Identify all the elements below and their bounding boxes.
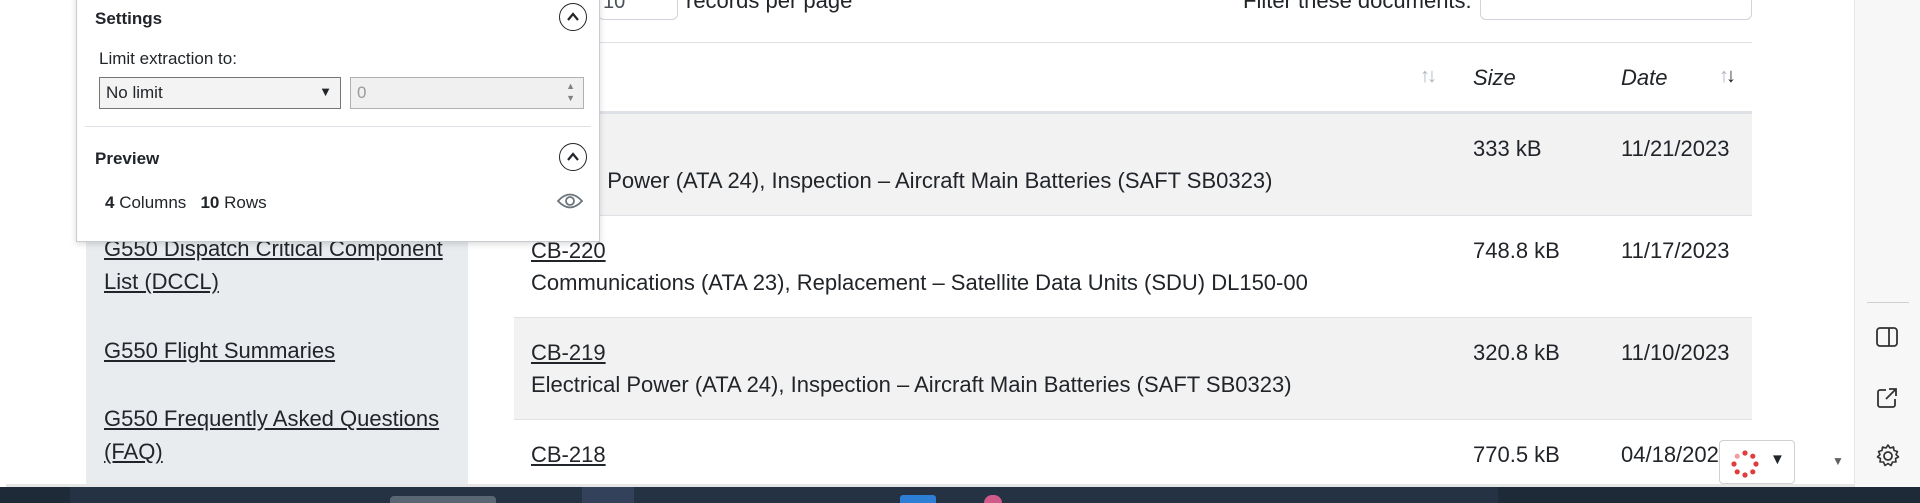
- sort-icon[interactable]: ↑↓: [1420, 65, 1437, 88]
- chevron-up-icon: [567, 152, 579, 161]
- document-link[interactable]: CB-218: [531, 442, 606, 468]
- preview-title: Preview: [95, 149, 160, 168]
- limit-count-value: 0: [357, 83, 367, 102]
- document-description: Communications (ATA 23), Replacement – S…: [531, 270, 1308, 295]
- table-row: CB-219 Electrical Power (ATA 24), Inspec…: [514, 318, 1752, 420]
- scroll-down-icon[interactable]: ▼: [1832, 454, 1844, 468]
- stepper-icon[interactable]: ▲ ▼: [566, 80, 575, 104]
- taskbar-search-box[interactable]: [390, 496, 496, 503]
- collapse-settings-button[interactable]: [559, 3, 587, 31]
- document-size: 320.8 kB: [1473, 340, 1560, 365]
- taskbar: [0, 487, 1920, 503]
- document-link[interactable]: CB-219: [531, 340, 606, 366]
- gear-icon[interactable]: [1875, 443, 1901, 474]
- collapse-preview-button[interactable]: [559, 143, 587, 171]
- limit-extraction-value: No limit: [106, 83, 163, 102]
- sort-desc-icon[interactable]: ↑↓: [1719, 65, 1736, 88]
- chevron-down-icon: ▼: [653, 0, 667, 3]
- document-date: 11/21/2023: [1621, 136, 1730, 161]
- table-row: A al Power (ATA 24), Inspection – Aircra…: [514, 114, 1752, 216]
- columns-count: 4: [105, 193, 115, 212]
- filter-input[interactable]: [1480, 0, 1752, 20]
- documents-table: ↑↓ Size Date ↑↓ A al Power (ATA 24), Ins…: [514, 42, 1752, 503]
- divider: [1867, 302, 1909, 303]
- document-date: 11/10/2023: [1621, 340, 1730, 365]
- page-content: 10 ▼ records per page Filter these docum…: [0, 0, 1854, 484]
- nav-link-flight-summaries[interactable]: G550 Flight Summaries: [104, 334, 444, 367]
- chevron-down-icon: ▼: [319, 84, 332, 99]
- limit-count-input[interactable]: 0 ▲ ▼: [350, 77, 584, 109]
- rows-label: Rows: [224, 193, 267, 212]
- columns-label: Columns: [119, 193, 187, 212]
- document-date: 04/18/202: [1621, 442, 1719, 467]
- preview-stats: 4 Columns 10 Rows: [105, 193, 267, 213]
- document-size: 748.8 kB: [1473, 238, 1560, 263]
- chevron-down-icon: ▼: [1770, 451, 1785, 468]
- eye-icon[interactable]: [556, 191, 584, 216]
- rows-count: 10: [200, 193, 220, 212]
- table-header: ↑↓ Size Date ↑↓: [514, 42, 1752, 114]
- table-row: CB-220 Communications (ATA 23), Replacem…: [514, 216, 1752, 318]
- taskbar-app-icon[interactable]: [984, 495, 1002, 503]
- taskbar-app-strip: [70, 487, 1498, 503]
- extraction-settings-popup: Settings Limit extraction to: No limit ▼…: [76, 0, 600, 242]
- document-date: 11/17/2023: [1621, 238, 1730, 263]
- column-header-size[interactable]: Size: [1473, 65, 1516, 91]
- divider: [85, 126, 591, 127]
- limit-extraction-select[interactable]: No limit ▼: [99, 77, 341, 109]
- records-per-page-select[interactable]: 10 ▼: [598, 0, 678, 20]
- document-description: al Power (ATA 24), Inspection – Aircraft…: [584, 168, 1273, 193]
- limit-extraction-label: Limit extraction to:: [99, 49, 237, 68]
- records-per-page-label: records per page: [686, 0, 853, 13]
- loading-dropdown[interactable]: ▼: [1719, 440, 1795, 484]
- column-header-date[interactable]: Date: [1621, 65, 1667, 91]
- records-per-page-value: 10: [603, 0, 626, 13]
- nav-link-faq[interactable]: G550 Frequently Asked Questions (FAQ): [104, 402, 444, 468]
- chevron-up-icon: [567, 12, 579, 21]
- external-link-icon[interactable]: [1875, 386, 1899, 415]
- taskbar-app-icon[interactable]: [900, 495, 936, 503]
- document-description: Electrical Power (ATA 24), Inspection – …: [531, 372, 1292, 397]
- spinner-icon: [1730, 449, 1760, 484]
- document-size: 333 kB: [1473, 136, 1542, 161]
- filter-label: Filter these documents:: [1243, 0, 1472, 13]
- browser-sidebar: [1854, 0, 1920, 503]
- settings-title: Settings: [95, 9, 163, 28]
- split-pane-icon[interactable]: [1875, 326, 1899, 353]
- document-size: 770.5 kB: [1473, 442, 1560, 467]
- taskbar-active-app[interactable]: [582, 487, 634, 503]
